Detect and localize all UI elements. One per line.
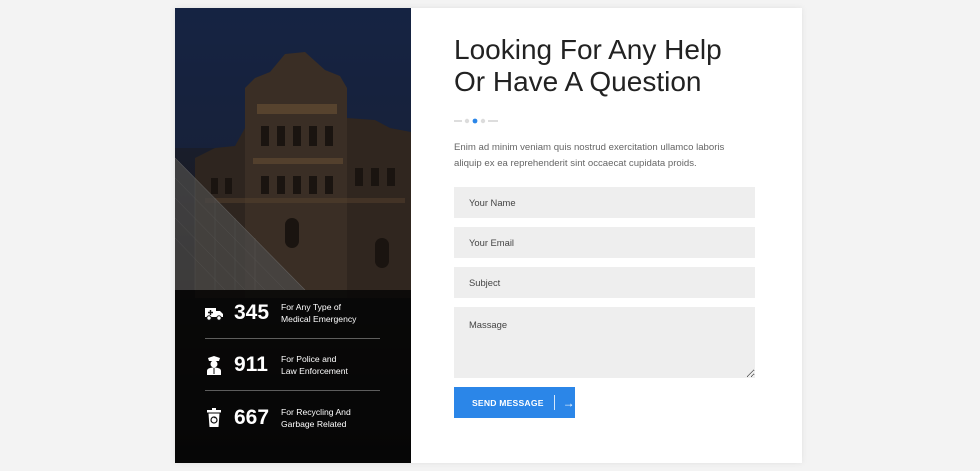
- intro-text: Enim ad minim veniam quis nostrud exerci…: [454, 142, 725, 169]
- police-officer-icon: [203, 354, 225, 376]
- stat-label: For Police and Law Enforcement: [281, 353, 348, 377]
- send-message-button[interactable]: SEND MESSAGE →: [454, 387, 575, 418]
- stat-medical: 345 For Any Type of Medical Emergency: [203, 293, 383, 333]
- contact-card: 345 For Any Type of Medical Emergency 911…: [175, 8, 802, 463]
- recycle-bin-icon: [203, 407, 225, 429]
- stat-police: 911 For Police and Law Enforcement: [203, 345, 383, 385]
- stat-divider: [205, 390, 380, 391]
- stat-number: 345: [234, 301, 270, 324]
- hero-photo-panel: 345 For Any Type of Medical Emergency 911…: [175, 8, 411, 463]
- section-divider-dots: [454, 118, 498, 124]
- arrow-right-icon: →: [562, 395, 575, 410]
- stat-label: For Recycling And Garbage Related: [281, 406, 351, 430]
- ambulance-icon: [203, 302, 225, 324]
- button-separator: [553, 395, 555, 410]
- subject-field[interactable]: [454, 267, 755, 298]
- stat-label: For Any Type of Medical Emergency: [281, 301, 357, 325]
- page-title: Looking For Any Help Or Have A Question: [454, 34, 722, 97]
- stat-divider: [205, 338, 380, 339]
- name-field[interactable]: [454, 187, 755, 218]
- building-photo: [175, 8, 411, 463]
- stat-recycling: 667 For Recycling And Garbage Related: [203, 398, 383, 438]
- email-field[interactable]: [454, 227, 755, 258]
- send-button-label: SEND MESSAGE: [472, 397, 544, 408]
- stat-number: 667: [234, 406, 270, 429]
- message-field[interactable]: [454, 307, 755, 378]
- stat-number: 911: [234, 353, 268, 376]
